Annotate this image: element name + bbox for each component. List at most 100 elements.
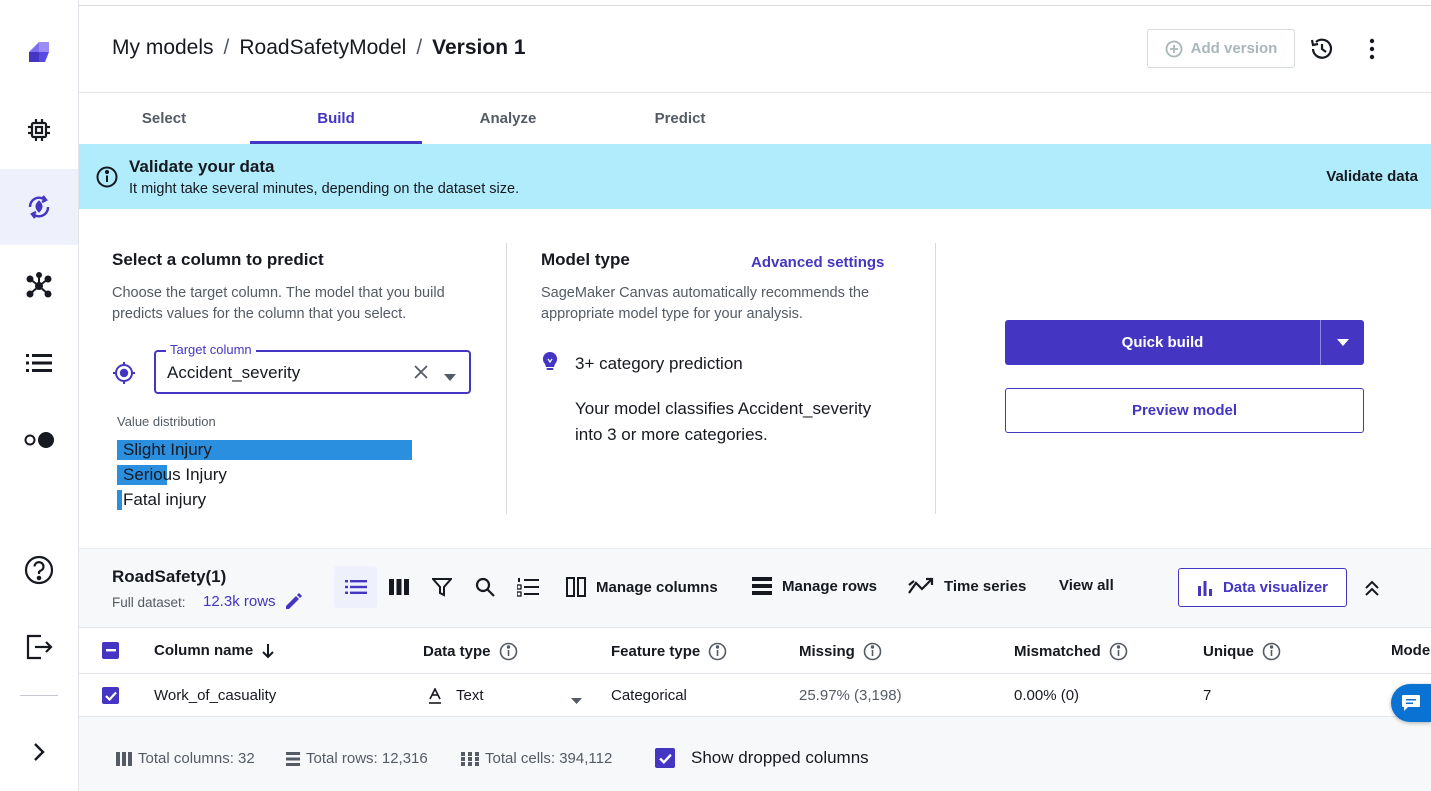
info-icon[interactable] bbox=[1109, 642, 1128, 661]
cell-missing: 25.97% (3,198) bbox=[799, 687, 902, 704]
total-columns-label: Total columns: 32 bbox=[138, 750, 255, 767]
column-header-label: Mismatched bbox=[1014, 643, 1101, 660]
breadcrumb-separator: / bbox=[416, 36, 423, 59]
breadcrumb-separator: / bbox=[223, 36, 230, 59]
value-distribution-label: Value distribution bbox=[117, 414, 216, 429]
banner-title: Validate your data bbox=[129, 157, 275, 176]
plus-circle-icon bbox=[1165, 40, 1183, 57]
cells-grid-icon bbox=[461, 751, 479, 766]
model-type-name: 3+ category prediction bbox=[575, 354, 743, 373]
total-rows-label: Total rows: 12,316 bbox=[306, 750, 428, 767]
target-column-label: Target column bbox=[166, 342, 256, 357]
filter-icon[interactable] bbox=[428, 566, 456, 608]
tab-predict[interactable]: Predict bbox=[594, 110, 766, 127]
select-all-checkbox[interactable] bbox=[102, 642, 119, 659]
predict-desc-line: Choose the target column. The model that… bbox=[112, 285, 445, 301]
column-header-unique[interactable]: Unique bbox=[1203, 642, 1281, 661]
time-series-button[interactable]: Time series bbox=[908, 577, 1026, 595]
feedback-chat-icon[interactable] bbox=[1391, 684, 1431, 722]
column-header-feature-type[interactable]: Feature type bbox=[611, 642, 727, 661]
target-column-select[interactable]: Target column Accident_severity bbox=[154, 342, 471, 394]
manage-rows-button[interactable]: Manage rows bbox=[752, 577, 877, 595]
section-divider bbox=[506, 243, 507, 514]
add-version-button[interactable]: Add version bbox=[1147, 29, 1295, 68]
toggle-icon[interactable] bbox=[0, 402, 78, 478]
distribution-bar-label: Fatal injury bbox=[123, 490, 207, 509]
column-header-mismatched[interactable]: Mismatched bbox=[1014, 642, 1128, 661]
tab-analyze[interactable]: Analyze bbox=[422, 110, 594, 127]
model-type-desc-line: appropriate model type for your analysis… bbox=[541, 306, 803, 322]
rail-divider bbox=[20, 695, 58, 696]
chip-icon[interactable] bbox=[0, 92, 78, 168]
add-version-label: Add version bbox=[1190, 40, 1278, 57]
show-dropped-columns-toggle[interactable]: Show dropped columns bbox=[655, 748, 869, 768]
numbered-list-icon[interactable] bbox=[514, 566, 542, 608]
full-dataset-label: Full dataset: bbox=[112, 595, 186, 610]
columns-icon bbox=[566, 577, 586, 597]
data-visualizer-button[interactable]: Data visualizer bbox=[1178, 568, 1347, 607]
network-icon[interactable] bbox=[0, 248, 78, 324]
column-header-missing[interactable]: Missing bbox=[799, 642, 882, 661]
time-series-label: Time series bbox=[944, 577, 1027, 595]
info-icon[interactable] bbox=[1262, 642, 1281, 661]
column-header-data-type[interactable]: Data type bbox=[423, 642, 518, 661]
list-icon[interactable] bbox=[0, 325, 78, 401]
manage-rows-label: Manage rows bbox=[782, 577, 878, 595]
quick-build-split-button: Quick build bbox=[1005, 320, 1364, 365]
breadcrumb-model[interactable]: RoadSafetyModel bbox=[239, 36, 406, 60]
cell-feature-type: Categorical bbox=[611, 687, 687, 704]
quick-build-button[interactable]: Quick build bbox=[1005, 320, 1320, 365]
validate-data-button[interactable]: Validate data bbox=[1326, 168, 1418, 185]
show-dropped-checkbox[interactable] bbox=[655, 748, 675, 768]
column-header-name[interactable]: Column name bbox=[154, 642, 275, 659]
cell-data-type-select[interactable]: Text bbox=[428, 687, 484, 704]
breadcrumb-version: Version 1 bbox=[432, 36, 526, 59]
cell-unique: 7 bbox=[1203, 687, 1212, 704]
distribution-bar-row: Fatal injury bbox=[117, 490, 412, 510]
caret-down-icon[interactable] bbox=[444, 369, 456, 387]
model-type-desc-line: SageMaker Canvas automatically recommend… bbox=[541, 285, 870, 301]
column-header-label: Column name bbox=[154, 642, 254, 659]
target-column-value: Accident_severity bbox=[167, 363, 301, 382]
canvas-logo-icon[interactable] bbox=[0, 14, 78, 90]
grid-view-icon[interactable] bbox=[384, 566, 414, 608]
distribution-bar-label: Slight Injury bbox=[123, 440, 212, 459]
cell-data-type: Text bbox=[456, 687, 484, 704]
column-header-mode[interactable]: Mode bbox=[1391, 642, 1430, 659]
distribution-bar-label: Serious Injury bbox=[123, 465, 227, 484]
column-header-label: Mode bbox=[1391, 642, 1431, 659]
view-all-button[interactable]: View all bbox=[1059, 577, 1114, 594]
more-options-icon[interactable] bbox=[1360, 35, 1384, 63]
model-type-explanation: Your model classifies Accident_severity … bbox=[575, 396, 905, 448]
manage-columns-button[interactable]: Manage columns bbox=[566, 577, 718, 597]
preview-model-button[interactable]: Preview model bbox=[1005, 388, 1364, 433]
model-type-explanation-line: Your model classifies Accident_severity bbox=[575, 399, 872, 418]
expand-icon[interactable] bbox=[0, 714, 78, 790]
advanced-settings-link[interactable]: Advanced settings bbox=[751, 254, 884, 271]
list-view-icon[interactable] bbox=[334, 566, 377, 608]
show-dropped-label: Show dropped columns bbox=[691, 748, 869, 767]
collapse-up-icon[interactable] bbox=[1362, 578, 1382, 603]
info-icon[interactable] bbox=[863, 642, 882, 661]
breadcrumb-my-models[interactable]: My models bbox=[112, 36, 214, 60]
build-options-caret-icon[interactable] bbox=[1321, 320, 1364, 365]
dataset-rows-link[interactable]: 12.3k rows bbox=[203, 593, 276, 610]
info-icon[interactable] bbox=[499, 642, 518, 661]
info-icon bbox=[96, 166, 118, 193]
info-icon[interactable] bbox=[708, 642, 727, 661]
history-icon[interactable] bbox=[1308, 35, 1336, 63]
row-checkbox[interactable] bbox=[102, 687, 119, 704]
caret-down-icon[interactable] bbox=[571, 692, 582, 709]
logout-icon[interactable] bbox=[0, 609, 78, 685]
search-icon[interactable] bbox=[471, 566, 499, 608]
predict-section-title: Select a column to predict bbox=[112, 250, 324, 269]
help-icon[interactable] bbox=[0, 532, 78, 608]
table-row[interactable] bbox=[79, 674, 1431, 717]
clear-icon[interactable] bbox=[412, 363, 430, 386]
model-refresh-icon[interactable] bbox=[0, 169, 78, 245]
model-type-explanation-line: into 3 or more categories. bbox=[575, 425, 768, 444]
total-rows: Total rows: 12,316 bbox=[286, 750, 428, 767]
pencil-icon[interactable] bbox=[284, 593, 302, 616]
tab-select[interactable]: Select bbox=[78, 110, 250, 127]
tab-build[interactable]: Build bbox=[250, 110, 422, 127]
